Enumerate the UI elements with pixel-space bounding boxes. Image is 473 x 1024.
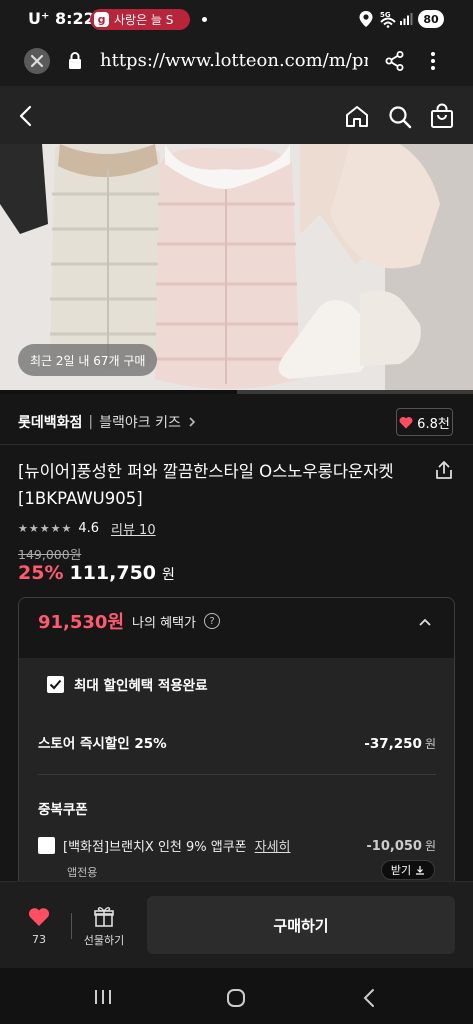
notification-dot-icon [202, 17, 207, 22]
store-discount-value: -37,250 [364, 736, 422, 752]
back-arrow-icon[interactable] [17, 105, 37, 127]
battery-indicator: 80 [418, 10, 444, 28]
rating-row: ★★★★★ 4.6 리뷰 10 [18, 519, 156, 538]
benefit-label: 나의 혜택가 [132, 615, 196, 631]
location-icon [359, 11, 373, 27]
original-price: 149,000원 [18, 547, 82, 562]
shopping-bag-icon[interactable] [430, 103, 454, 129]
checkmark-icon [49, 679, 62, 689]
browser-url-bar: https://www.lotteon.com/m/proc [0, 38, 473, 86]
brand-name[interactable]: 블랙야크 키즈 [99, 412, 181, 432]
checkbox-checked[interactable] [47, 675, 64, 693]
receive-coupon-button[interactable]: 받기 [381, 860, 435, 880]
status-bar: U⁺ 8:22 g 사랑은 늘 S 5G 80 [0, 0, 473, 38]
home-button-icon[interactable] [226, 988, 246, 1008]
price-row: 25% 111,750 원 [18, 562, 175, 584]
home-icon[interactable] [345, 105, 369, 128]
divider [71, 913, 72, 939]
divider [38, 774, 436, 775]
rating-value: 4.6 [78, 521, 99, 536]
image-progress-fill [0, 390, 237, 394]
divider [0, 444, 473, 445]
store-discount-row: 스토어 즉시할인 25% -37,250 원 [38, 732, 436, 752]
benefit-price: 91,530원 [38, 612, 125, 633]
app-header [0, 86, 473, 144]
max-discount-label: 최대 할인혜택 적용완료 [74, 678, 208, 694]
review-link[interactable]: 리뷰 10 [111, 519, 156, 538]
heart-icon[interactable] [28, 907, 50, 927]
lock-icon [69, 52, 81, 69]
heart-icon [399, 416, 413, 428]
brand-store[interactable]: 롯데백화점 [18, 412, 82, 432]
help-icon[interactable]: ? [203, 613, 220, 629]
coupon-detail-link[interactable]: 자세히 [255, 836, 291, 855]
wishlist-count: 73 [32, 933, 46, 946]
sale-price: 111,750 [69, 562, 157, 584]
coupon-name: [백화점]브랜치X 인천 9% 앱쿠폰 [63, 840, 247, 855]
share-product-icon[interactable] [434, 460, 454, 480]
gift-label[interactable]: 선물하기 [82, 932, 126, 948]
buy-button[interactable]: 구매하기 [147, 896, 455, 954]
like-count: 6.8천 [417, 416, 450, 432]
wifi-5g-icon: 5G [380, 11, 396, 28]
benefit-header[interactable]: 91,530원 나의 혜택가 ? [38, 608, 220, 634]
chevron-right-icon [189, 417, 195, 427]
coupon-row[interactable]: [백화점]브랜치X 인천 9% 앱쿠폰 자세히 -10,050 원 [38, 836, 436, 855]
max-discount-checkbox-row[interactable]: 최대 할인혜택 적용완료 [47, 674, 208, 694]
brand-separator: | [88, 414, 94, 430]
notification-text: 사랑은 늘 S [114, 13, 174, 27]
more-menu-icon[interactable] [428, 50, 438, 72]
coupon-value: -10,050 [366, 839, 422, 854]
back-button-icon[interactable] [362, 988, 376, 1008]
like-button[interactable]: 6.8천 [396, 408, 453, 436]
recent-purchase-badge: 최근 2일 내 67개 구매 [18, 344, 158, 376]
gift-icon[interactable] [93, 906, 115, 928]
search-icon[interactable] [388, 105, 412, 129]
notification-pill[interactable]: g 사랑은 늘 S [90, 9, 190, 30]
brand-row[interactable]: 롯데백화점 | 블랙야크 키즈 [18, 412, 197, 432]
receive-label: 받기 [390, 864, 412, 877]
star-rating-icon: ★★★★★ [18, 522, 73, 535]
recent-apps-icon[interactable] [94, 989, 112, 1005]
discount-percent: 25% [18, 562, 64, 584]
download-icon [416, 866, 425, 875]
carrier-time: U⁺ 8:22 [28, 9, 95, 28]
close-tab-icon[interactable] [23, 47, 51, 75]
share-icon[interactable] [384, 50, 406, 72]
product-title: [뉴이어]풍성한 퍼와 깔끔한스타일 O스노우롱다운자켓 [1BKPAWU905… [18, 462, 394, 508]
chevron-up-icon[interactable] [418, 617, 432, 627]
app-notification-icon: g [94, 12, 109, 27]
coupon-section-title: 중복쿠폰 [38, 802, 88, 818]
url-field[interactable]: https://www.lotteon.com/m/proc [100, 50, 368, 71]
coupon-checkbox[interactable] [38, 837, 55, 854]
currency-label: 원 [424, 839, 436, 853]
signal-icon [400, 13, 413, 25]
store-discount-label: 스토어 즉시할인 25% [38, 736, 167, 752]
currency-label: 원 [424, 737, 436, 751]
currency-label: 원 [162, 567, 175, 583]
system-nav-bar [0, 968, 473, 1024]
coupon-note: 앱전용 [67, 866, 98, 879]
